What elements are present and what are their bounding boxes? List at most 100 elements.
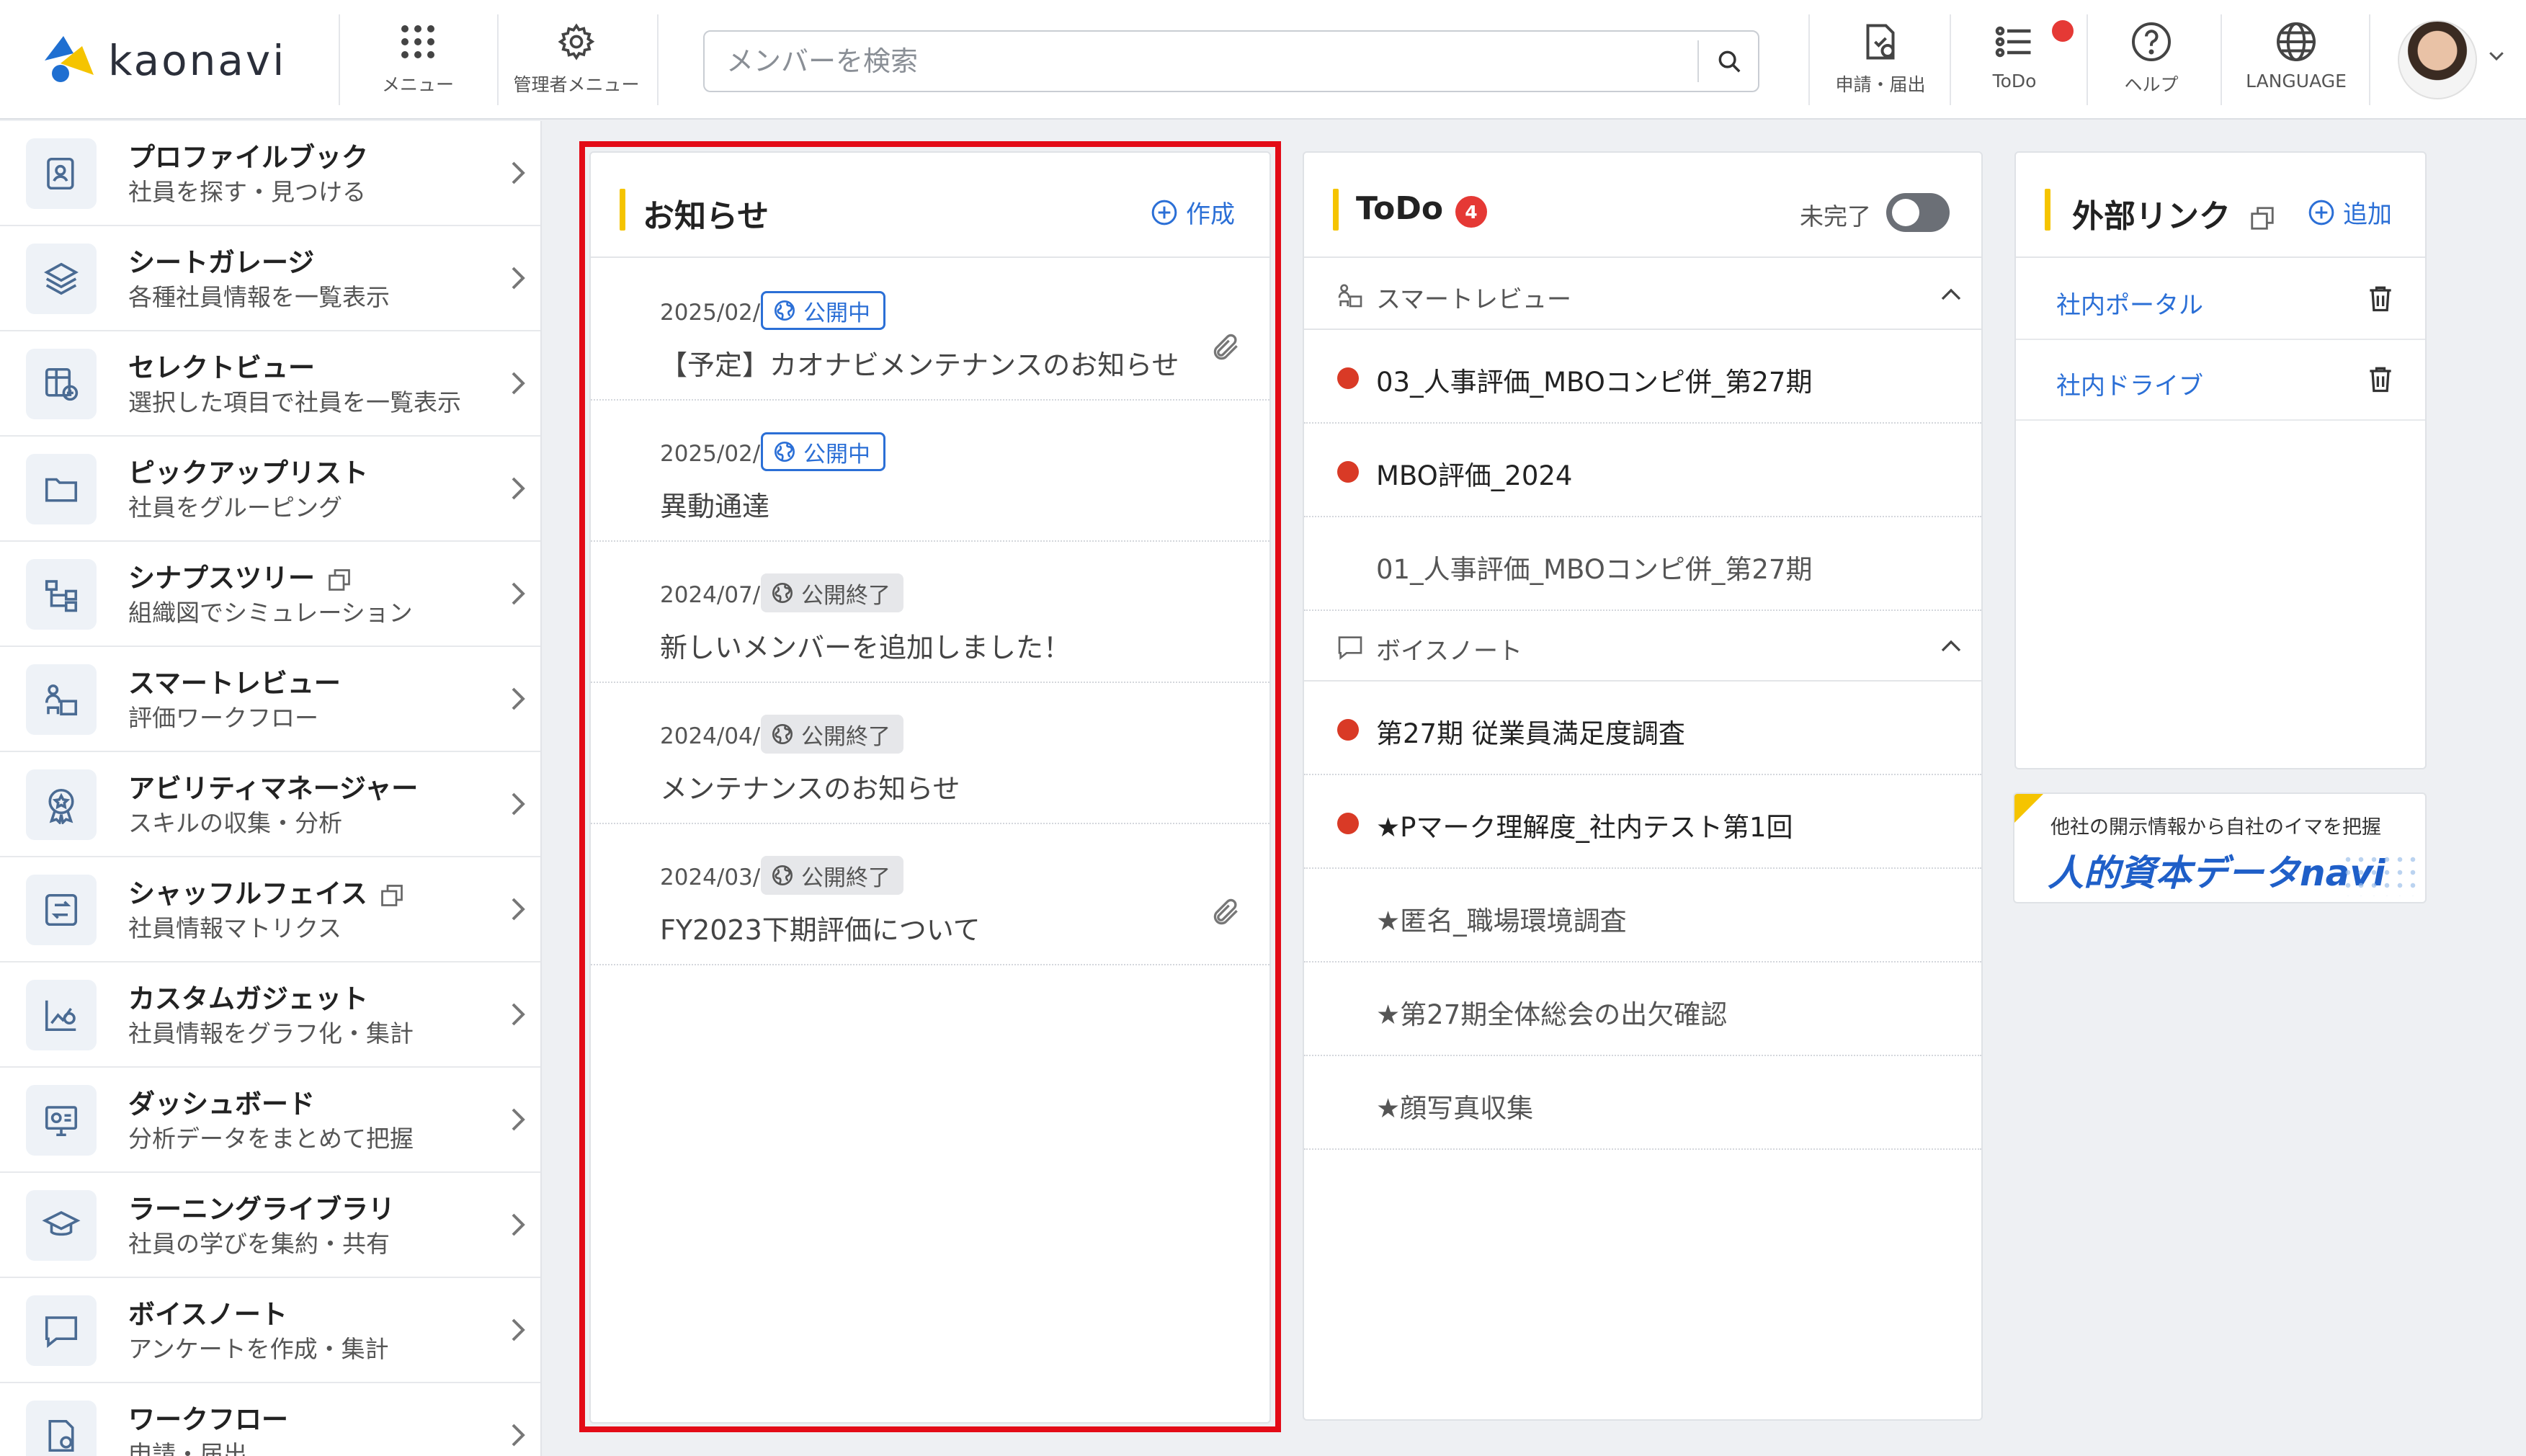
sidebar-item-title: シャッフルフェイス: [128, 872, 405, 911]
sidebar-item-sheet-garage[interactable]: シートガレージ 各種社員情報を一覧表示: [0, 226, 540, 331]
search-button[interactable]: [1699, 32, 1759, 91]
logo-text: kaonavi: [108, 36, 287, 85]
kaonavi-logo[interactable]: kaonavi: [39, 32, 286, 89]
chevron-right-icon: [512, 687, 525, 710]
plus-circle-icon: [1151, 200, 1177, 225]
sidebar-item-voice-note[interactable]: ボイスノート アンケートを作成・集計: [0, 1278, 540, 1383]
create-news-button[interactable]: 作成: [1150, 195, 1235, 230]
collapse-toggle[interactable]: [1938, 284, 1964, 308]
human-capital-data-navi-banner[interactable]: 他社の開示情報から自社のイマを把握 人的資本データnavi: [2013, 792, 2427, 903]
banner-corner-accent: [2014, 794, 2043, 823]
todo-card: ToDo 4 未完了 スマートレビュー 03_人事評価_MBOコンピ併_第27期 M…: [1303, 151, 1983, 1421]
sidebar-item-workflow[interactable]: ワークフロー 申請・届出: [0, 1383, 540, 1456]
collapse-toggle[interactable]: [1938, 635, 1964, 660]
news-item[interactable]: 2024/04/01 公開終了 メンテナンスのお知らせ: [591, 683, 1269, 824]
sidebar-item-profile-book[interactable]: プロファイルブック 社員を探す・見つける: [0, 121, 540, 226]
todo-item[interactable]: MBO評価_2024: [1304, 424, 1981, 517]
attachment[interactable]: [1210, 896, 1242, 931]
chevron-right-icon: [512, 1318, 525, 1341]
news-title: お知らせ: [643, 198, 769, 235]
external-link[interactable]: 社内ポータル: [2056, 285, 2203, 321]
sidebar-item-smart-review[interactable]: スマートレビュー 評価ワークフロー: [0, 647, 540, 752]
globe-icon: [772, 724, 793, 744]
news-item[interactable]: 2025/02/07 公開中 【予定】カオナビメンテナンスのお知らせ: [591, 259, 1269, 401]
admin-menu-label: 管理者メニュー: [513, 74, 640, 95]
logo-mark-icon: [39, 32, 101, 89]
todo-item[interactable]: ★匿名_職場環境調査: [1304, 869, 1981, 963]
news-text: メンテナンスのお知らせ: [660, 773, 960, 805]
sidebar-item-pickup-list[interactable]: ピックアップリスト 社員をグルーピング: [0, 437, 540, 542]
sidebar-item-select-view[interactable]: セレクトビュー 選択した項目で社員を一覧表示: [0, 331, 540, 437]
menu-button[interactable]: メニュー: [367, 19, 468, 105]
search-input[interactable]: [726, 40, 1663, 82]
chevron-right-icon: [512, 792, 525, 816]
create-news-label: 作成: [1186, 200, 1235, 229]
todo-item-text: ★匿名_職場環境調査: [1376, 906, 1627, 937]
chevron-up-icon[interactable]: [1938, 635, 1964, 657]
folder-icon: [26, 454, 97, 524]
chevron-right-icon: [512, 372, 525, 395]
status-badge: 公開終了: [761, 856, 903, 895]
todo-section-header[interactable]: スマートレビュー: [1304, 259, 1981, 330]
sidebar-item-title-text: シャッフルフェイス: [128, 878, 367, 909]
todo-item[interactable]: ★Pマーク理解度_社内テスト第1回: [1304, 775, 1981, 869]
sidebar-item-shuffle-face[interactable]: シャッフルフェイス 社員情報マトリクス: [0, 857, 540, 963]
sidebar-item-dashboard[interactable]: ダッシュボード 分析データをまとめて把握: [0, 1068, 540, 1173]
sidebar-item-subtitle: 申請・届出: [128, 1440, 247, 1456]
sidebar-item-title: ボイスノート: [128, 1299, 287, 1330]
todo-notification-dot: [2052, 20, 2074, 42]
header-divider: [657, 14, 659, 105]
table-add-icon: [26, 349, 97, 419]
trash-icon[interactable]: [2365, 282, 2396, 314]
sidebar-item-title: カスタムガジェット: [128, 983, 368, 1014]
title-accent-bar: [620, 189, 625, 231]
external-links-header: 外部リンク 追加: [2016, 153, 2425, 258]
admin-menu-button[interactable]: 管理者メニュー: [504, 19, 648, 105]
external-links-title-text: 外部リンク: [2072, 198, 2231, 235]
todo-item[interactable]: ★顔写真収集: [1304, 1056, 1981, 1150]
apply-button[interactable]: 申請・届出: [1816, 19, 1945, 105]
chevron-right-icon: [512, 161, 525, 184]
attachment[interactable]: [1210, 331, 1242, 366]
todo-count-badge: 4: [1455, 196, 1487, 228]
chevron-right-icon: [512, 1213, 525, 1236]
news-item[interactable]: 2024/07/01 公開終了 新しいメンバーを追加しました！: [591, 542, 1269, 683]
trash-icon[interactable]: [2365, 363, 2396, 395]
todo-section-header[interactable]: ボイスノート: [1304, 611, 1981, 682]
external-link[interactable]: 社内ドライブ: [2056, 366, 2203, 401]
chevron-down-icon[interactable]: [2486, 45, 2507, 66]
pending-indicator: [1337, 719, 1359, 741]
badge-icon: [26, 769, 97, 840]
help-icon: [2128, 19, 2174, 65]
paperclip-icon[interactable]: [1210, 331, 1242, 363]
review-icon: [26, 664, 97, 735]
paperclip-icon[interactable]: [1210, 896, 1242, 928]
news-item[interactable]: 2024/03/01 公開終了 FY2023下期評価について: [591, 824, 1269, 965]
sidebar-item-ability-manager[interactable]: アビリティマネージャー スキルの収集・分析: [0, 752, 540, 857]
chevron-right-icon: [512, 1003, 525, 1026]
incomplete-toggle[interactable]: [1886, 193, 1950, 232]
chevron-up-icon[interactable]: [1938, 284, 1964, 305]
sidebar-item-subtitle: 社員の学びを集約・共有: [128, 1230, 390, 1258]
sidebar-item-title: シナプスツリー: [128, 556, 352, 595]
todo-item[interactable]: 03_人事評価_MBOコンピ併_第27期: [1304, 330, 1981, 424]
globe-icon: [775, 442, 795, 462]
todo-item[interactable]: 第27期 従業員満足度調査: [1304, 682, 1981, 775]
grid-dots-icon: [395, 19, 441, 65]
help-button[interactable]: ヘルプ: [2094, 19, 2209, 105]
add-link-button[interactable]: 追加: [2307, 195, 2392, 230]
status-badge-label: 公開終了: [801, 865, 891, 891]
globe-icon: [2273, 19, 2319, 65]
sidebar-item-learning-library[interactable]: ラーニングライブラリ 社員の学びを集約・共有: [0, 1173, 540, 1278]
user-avatar[interactable]: [2398, 20, 2477, 99]
todo-item[interactable]: ★第27期全体総会の出欠確認: [1304, 963, 1981, 1056]
language-button[interactable]: LANGUAGE: [2228, 19, 2365, 105]
todo-item[interactable]: 01_人事評価_MBOコンピ併_第27期: [1304, 517, 1981, 611]
header-divider: [2369, 14, 2370, 105]
news-item[interactable]: 2025/02/01 公開中 異動通達: [591, 401, 1269, 542]
sidebar-item-synapse-tree[interactable]: シナプスツリー 組織図でシミュレーション: [0, 542, 540, 647]
sidebar-item-subtitle: 社員を探す・見つける: [128, 178, 366, 206]
sidebar-item-custom-gadget[interactable]: カスタムガジェット 社員情報をグラフ化・集計: [0, 963, 540, 1068]
news-card-header: お知らせ 作成: [591, 153, 1269, 258]
shuffle-icon: [26, 875, 97, 945]
